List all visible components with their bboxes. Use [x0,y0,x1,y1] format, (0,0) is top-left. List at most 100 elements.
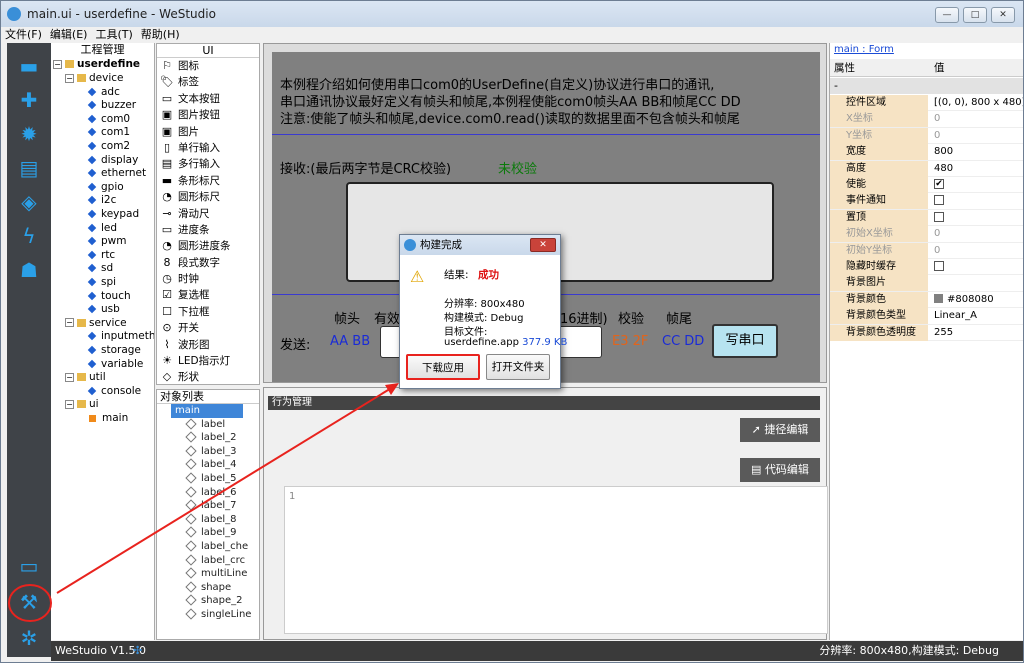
component-item[interactable]: ⊸ 滑动尺 [157,206,259,222]
property-row[interactable]: 隐藏时缓存 [830,259,1023,276]
property-row[interactable]: 宽度 800 [830,144,1023,161]
dialog-close-button[interactable]: ✕ [530,238,556,252]
folder-icon[interactable]: ▬ [17,55,41,77]
component-item[interactable]: ☐ 下拉框 [157,304,259,320]
monitor-icon[interactable]: ▭ [17,555,41,577]
project-item[interactable]: com2 [87,140,130,153]
component-item[interactable]: ◔ 圆形进度条 [157,238,259,254]
project-item[interactable]: main [89,412,128,425]
project-item[interactable]: sd [87,262,113,275]
property-checkbox[interactable]: ✔ [934,179,944,189]
project-item[interactable]: ethernet [87,167,146,180]
project-item[interactable]: com0 [87,113,130,126]
project-item[interactable]: pwm [87,235,126,248]
component-item[interactable]: 8 段式数字 [157,255,259,271]
minimize-button[interactable]: — [935,7,959,23]
property-row[interactable]: 背景颜色类型 Linear_A [830,308,1023,325]
object-item[interactable]: multiLine [157,567,259,581]
project-item[interactable]: keypad [87,208,139,221]
component-item[interactable]: ◇ 形状 [157,369,259,384]
component-item[interactable]: ▣ 图片 [157,124,259,140]
property-row[interactable]: 初始X坐标 0 [830,226,1023,243]
object-item[interactable]: label_2 [157,431,259,445]
property-row[interactable]: X坐标 0 [830,111,1023,128]
object-item[interactable]: label_8 [157,513,259,527]
code-edit-button[interactable]: ▤ 代码编辑 [740,458,820,482]
gear-icon[interactable]: ✹ [17,123,41,145]
object-item[interactable]: label_6 [157,485,259,500]
component-item[interactable]: ▯ 单行输入 [157,140,259,156]
menu-file[interactable]: 文件(F) [1,27,46,43]
object-item[interactable]: label [157,417,259,432]
gem-icon[interactable]: ◈ [17,191,41,213]
component-item[interactable]: ◔ 圆形标尺 [157,189,259,205]
object-item[interactable]: label_5 [157,472,259,486]
property-row[interactable]: 背景颜色 #808080 [830,291,1023,309]
object-item[interactable]: label_7 [157,499,259,513]
component-item[interactable]: ⌇ 波形图 [157,337,259,353]
user-icon[interactable]: ☗ [17,259,41,281]
property-row[interactable]: 置顶 [830,209,1023,227]
component-item[interactable]: ▬ 条形标尺 [157,173,259,189]
project-item[interactable]: spi [87,276,116,289]
menu-tools[interactable]: 工具(T) [91,27,136,43]
project-folder[interactable]: − service [65,317,127,330]
hammer-build-icon[interactable]: ⚒ [17,591,41,613]
project-item[interactable]: adc [87,86,120,99]
menu-help[interactable]: 帮助(H) [137,27,184,43]
form-link[interactable]: main : Form [830,43,1023,57]
document-icon[interactable]: ▤ [17,157,41,179]
property-checkbox[interactable] [934,195,944,206]
add-icon[interactable]: ✚ [17,89,41,111]
component-item[interactable]: 🏷 标签 [157,74,259,90]
object-item[interactable]: label_che [157,540,259,554]
component-item[interactable]: ◷ 时钟 [157,271,259,287]
component-item[interactable]: ⊙ 开关 [157,320,259,336]
object-item[interactable]: label_3 [157,445,259,459]
property-row[interactable]: 背景图片 [830,275,1023,292]
project-item[interactable]: variable [87,358,143,371]
property-row[interactable]: 事件通知 [830,193,1023,210]
object-item[interactable]: singleLine [157,608,259,622]
object-item[interactable]: label_9 [157,526,259,540]
project-folder[interactable]: − util [65,371,106,384]
project-item[interactable]: rtc [87,249,115,262]
open-folder-button[interactable]: 打开文件夹 [486,354,550,380]
object-root[interactable]: main [171,404,243,418]
lightning-icon[interactable]: ϟ [17,225,41,247]
menu-edit[interactable]: 编辑(E) [46,27,92,43]
project-folder[interactable]: − device [65,72,124,85]
project-item[interactable]: usb [87,303,120,316]
object-item[interactable]: shape [157,581,259,595]
bug-icon[interactable]: ✲ [17,627,41,649]
property-row[interactable]: 控件区域 [(0, 0), 800 x 480] [830,95,1023,112]
project-item[interactable]: touch [87,290,131,303]
project-item[interactable]: com1 [87,126,130,139]
project-root[interactable]: − userdefine [53,58,140,71]
component-item[interactable]: ▣ 图片按钮 [157,107,259,123]
component-item[interactable]: ▭ 进度条 [157,222,259,238]
object-item[interactable]: label_crc [157,553,259,568]
properties-group[interactable]: - [830,78,1023,94]
maximize-button[interactable]: □ [963,7,987,23]
component-item[interactable]: ▤ 多行输入 [157,156,259,172]
property-checkbox[interactable] [934,261,944,271]
property-checkbox[interactable] [934,211,944,222]
component-item[interactable]: ☑ 复选框 [157,287,259,303]
project-item[interactable]: storage [87,344,141,357]
component-item[interactable]: ⚐ 图标 [157,58,259,74]
property-row[interactable]: 背景颜色透明度 255 [830,324,1023,341]
project-item[interactable]: buzzer [87,99,136,112]
code-editor[interactable]: 1 [284,486,828,634]
close-button[interactable]: ✕ [991,7,1015,23]
project-item[interactable]: inputmethod [87,330,154,343]
project-item[interactable]: i2c [87,194,116,207]
project-item[interactable]: led [87,222,117,235]
component-item[interactable]: ▭ 文本按钮 [157,91,259,107]
download-app-button[interactable]: 下载应用 [406,354,480,380]
property-row[interactable]: 使能 ✔ [830,177,1023,194]
shortcut-edit-button[interactable]: ➚ 捷径编辑 [740,418,820,442]
write-serial-button[interactable]: 写串口 [712,324,778,358]
property-row[interactable]: 高度 480 [830,160,1023,177]
project-item[interactable]: console [87,385,141,398]
